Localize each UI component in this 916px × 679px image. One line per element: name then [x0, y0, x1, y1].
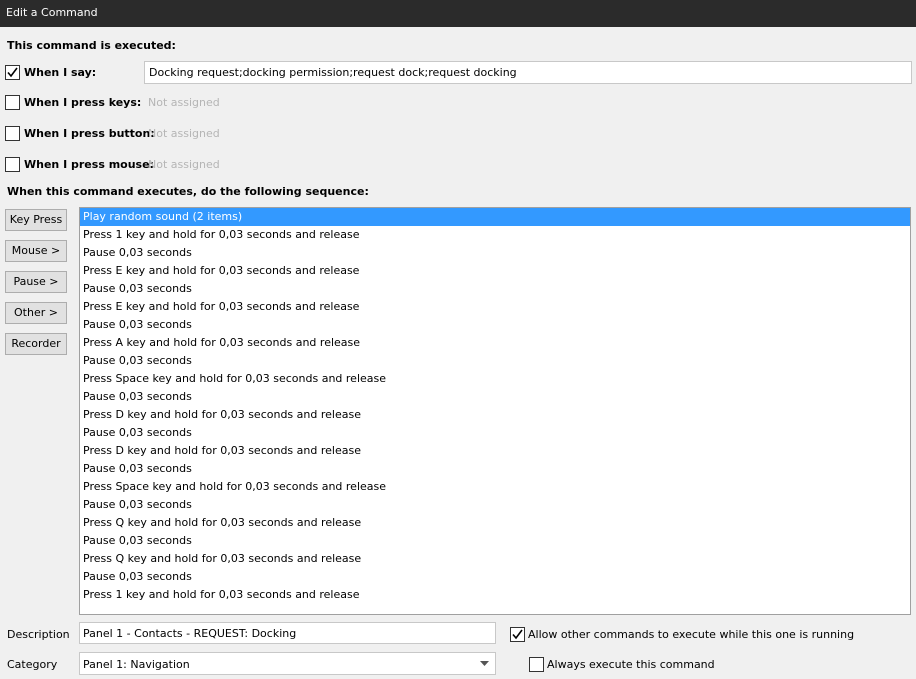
sequence-item[interactable]: Pause 0,03 seconds	[80, 388, 910, 406]
sequence-item[interactable]: Pause 0,03 seconds	[80, 352, 910, 370]
pause-button[interactable]: Pause >	[5, 271, 67, 293]
key-press-button[interactable]: Key Press	[5, 209, 67, 231]
sequence-item[interactable]: Press Q key and hold for 0,03 seconds an…	[80, 514, 910, 532]
always-execute-label: Always execute this command	[547, 658, 715, 671]
when-say-checkbox[interactable]	[5, 65, 20, 80]
sequence-item[interactable]: Press Q key and hold for 0,03 seconds an…	[80, 550, 910, 568]
when-mouse-checkbox[interactable]	[5, 157, 20, 172]
when-button-value: Not assigned	[148, 127, 220, 140]
allow-other-checkbox[interactable]	[510, 627, 525, 642]
sequence-item[interactable]: Pause 0,03 seconds	[80, 244, 910, 262]
checkmark-icon	[512, 629, 523, 640]
sequence-item[interactable]: Press E key and hold for 0,03 seconds an…	[80, 262, 910, 280]
other-button[interactable]: Other >	[5, 302, 67, 324]
sequence-item[interactable]: Pause 0,03 seconds	[80, 568, 910, 586]
always-execute-checkbox[interactable]	[529, 657, 544, 672]
category-select[interactable]: Panel 1: Navigation	[79, 652, 496, 675]
executed-heading: This command is executed:	[7, 39, 176, 52]
when-say-label: When I say:	[24, 66, 97, 79]
sequence-item[interactable]: Press D key and hold for 0,03 seconds an…	[80, 442, 910, 460]
when-keys-value: Not assigned	[148, 96, 220, 109]
chevron-down-icon	[480, 661, 489, 666]
sequence-list[interactable]: Play random sound (2 items) Press 1 key a…	[79, 207, 911, 615]
when-mouse-value: Not assigned	[148, 158, 220, 171]
sequence-item[interactable]: Play random sound (2 items)	[80, 208, 910, 226]
sequence-item[interactable]: Pause 0,03 seconds	[80, 460, 910, 478]
window-title: Edit a Command	[6, 6, 98, 19]
sequence-item[interactable]: Pause 0,03 seconds	[80, 424, 910, 442]
sequence-item[interactable]: Pause 0,03 seconds	[80, 532, 910, 550]
when-say-input[interactable]: Docking request;docking permission;reque…	[144, 61, 912, 84]
when-keys-label: When I press keys:	[24, 96, 142, 109]
description-value: Panel 1 - Contacts - REQUEST: Docking	[83, 627, 297, 640]
sequence-item[interactable]: Pause 0,03 seconds	[80, 496, 910, 514]
category-label: Category	[7, 658, 58, 671]
sequence-heading: When this command executes, do the follo…	[7, 185, 369, 198]
checkmark-icon	[7, 67, 18, 78]
sequence-item[interactable]: Press A key and hold for 0,03 seconds an…	[80, 334, 910, 352]
sequence-item[interactable]: Pause 0,03 seconds	[80, 316, 910, 334]
when-mouse-label: When I press mouse:	[24, 158, 154, 171]
title-bar: Edit a Command	[0, 0, 916, 27]
when-say-value: Docking request;docking permission;reque…	[149, 66, 517, 79]
sequence-item[interactable]: Press Space key and hold for 0,03 second…	[80, 478, 910, 496]
when-button-label: When I press button:	[24, 127, 155, 140]
when-keys-checkbox[interactable]	[5, 95, 20, 110]
sequence-item[interactable]: Press 1 key and hold for 0,03 seconds an…	[80, 586, 910, 604]
sequence-item[interactable]: Press Space key and hold for 0,03 second…	[80, 370, 910, 388]
recorder-button[interactable]: Recorder	[5, 333, 67, 355]
when-button-checkbox[interactable]	[5, 126, 20, 141]
description-input[interactable]: Panel 1 - Contacts - REQUEST: Docking	[79, 622, 496, 644]
sequence-item[interactable]: Press 1 key and hold for 0,03 seconds an…	[80, 226, 910, 244]
sequence-item[interactable]: Press D key and hold for 0,03 seconds an…	[80, 406, 910, 424]
sequence-item[interactable]: Press E key and hold for 0,03 seconds an…	[80, 298, 910, 316]
description-label: Description	[7, 628, 70, 641]
category-value: Panel 1: Navigation	[83, 658, 190, 671]
sequence-item[interactable]: Pause 0,03 seconds	[80, 280, 910, 298]
allow-other-label: Allow other commands to execute while th…	[528, 628, 855, 641]
mouse-button[interactable]: Mouse >	[5, 240, 67, 262]
